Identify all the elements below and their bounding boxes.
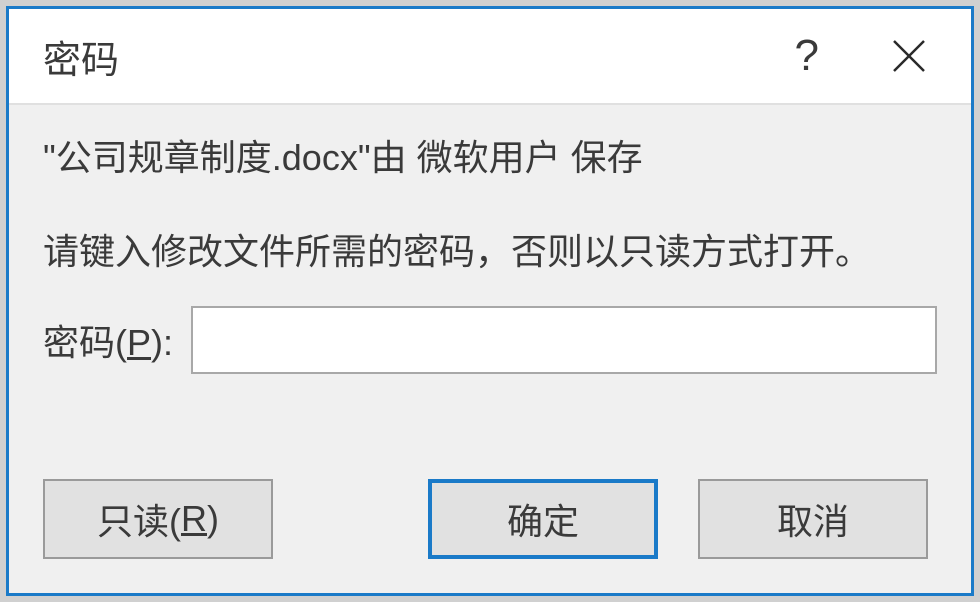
titlebar-controls: ? — [795, 31, 947, 81]
password-label: 密码(P): — [43, 314, 173, 366]
password-row: 密码(P): — [43, 306, 937, 374]
cancel-button[interactable]: 取消 — [698, 479, 928, 559]
password-dialog: 密码 ? "公司规章制度.docx"由 微软用户 保存 请键入修改文件所需的密码… — [6, 6, 974, 596]
dialog-title: 密码 — [43, 29, 795, 84]
button-row: 只读(R) 确定 取消 — [43, 479, 937, 559]
ok-button[interactable]: 确定 — [428, 479, 658, 559]
instruction-text: 请键入修改文件所需的密码，否则以只读方式打开。 — [43, 227, 937, 277]
close-icon[interactable] — [889, 36, 929, 76]
file-info-text: "公司规章制度.docx"由 微软用户 保存 — [43, 133, 937, 183]
readonly-button[interactable]: 只读(R) — [43, 479, 273, 559]
dialog-body: "公司规章制度.docx"由 微软用户 保存 请键入修改文件所需的密码，否则以只… — [9, 105, 971, 593]
password-input[interactable] — [191, 306, 937, 374]
titlebar: 密码 ? — [9, 9, 971, 105]
help-icon[interactable]: ? — [795, 31, 819, 81]
